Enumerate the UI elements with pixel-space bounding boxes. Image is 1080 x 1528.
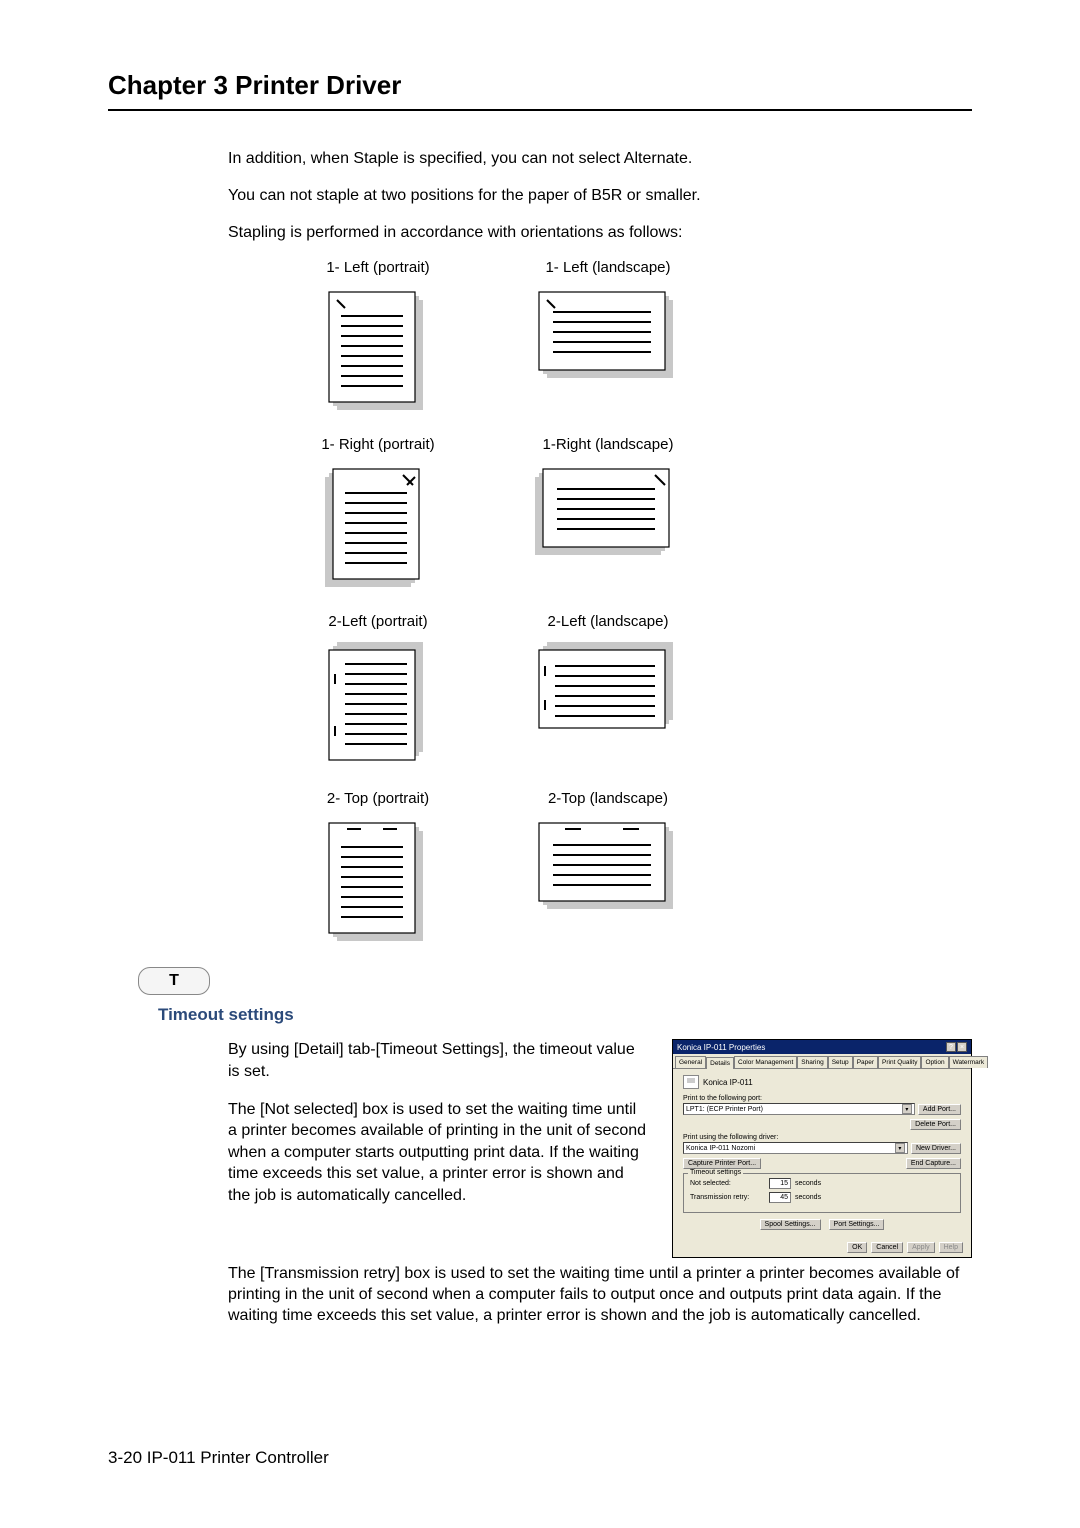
- staple-2-top-portrait-icon: [323, 817, 433, 947]
- seconds-label: seconds: [795, 1180, 821, 1187]
- tab-watermark[interactable]: Watermark: [949, 1056, 989, 1068]
- staple-2-left-portrait-icon: [323, 640, 433, 770]
- staple-row-3: 2-Left (portrait): [228, 613, 972, 770]
- staple-label: 2- Top (portrait): [268, 790, 488, 807]
- timeout-legend: Timeout settings: [688, 1169, 743, 1176]
- end-capture-button[interactable]: End Capture...: [906, 1158, 961, 1169]
- dialog-body: Konica IP-011 Print to the following por…: [673, 1069, 971, 1238]
- help-icon[interactable]: ?: [946, 1042, 956, 1052]
- tab-details[interactable]: Details: [706, 1057, 734, 1069]
- staple-label: 2-Top (landscape): [488, 790, 728, 807]
- capture-port-button[interactable]: Capture Printer Port...: [683, 1158, 761, 1169]
- delete-port-button[interactable]: Delete Port...: [910, 1119, 961, 1130]
- apply-button[interactable]: Apply: [907, 1242, 935, 1253]
- staple-2-left-landscape-icon: [533, 640, 683, 740]
- staple-2-top-landscape-icon: [533, 817, 683, 917]
- staple-label: 1- Right (portrait): [268, 436, 488, 453]
- staple-row-1: 1- Left (portrait) 1- Left (landscape): [228, 259, 972, 416]
- tab-setup[interactable]: Setup: [828, 1056, 853, 1068]
- tab-general[interactable]: General: [675, 1056, 706, 1068]
- staple-1-right-portrait-icon: [323, 463, 433, 593]
- section-heading-timeout: Timeout settings: [158, 1005, 972, 1025]
- not-selected-label: Not selected:: [690, 1180, 765, 1187]
- help-button[interactable]: Help: [939, 1242, 963, 1253]
- timeout-fieldset: Timeout settings Not selected: seconds T…: [683, 1173, 961, 1213]
- tab-color-management[interactable]: Color Management: [734, 1056, 797, 1068]
- ok-button[interactable]: OK: [847, 1242, 867, 1253]
- staple-label: 1- Left (portrait): [268, 259, 488, 276]
- driver-label: Print using the following driver:: [683, 1134, 961, 1141]
- staple-label: 2-Left (landscape): [488, 613, 728, 630]
- dialog-titlebar: Konica IP-011 Properties ? ×: [673, 1040, 971, 1054]
- staple-row-2: 1- Right (portrait) 1-Right (la: [228, 436, 972, 593]
- tab-sharing[interactable]: Sharing: [797, 1056, 827, 1068]
- intro-para-1: In addition, when Staple is specified, y…: [228, 149, 972, 170]
- spool-settings-button[interactable]: Spool Settings...: [760, 1219, 821, 1230]
- driver-combo[interactable]: Konica IP-011 Nozomi▾: [683, 1142, 908, 1154]
- staple-label: 2-Left (portrait): [268, 613, 488, 630]
- timeout-section: By using [Detail] tab-[Timeout Settings]…: [228, 1039, 972, 1326]
- staple-label: 1-Right (landscape): [488, 436, 728, 453]
- dialog-tabs: General Details Color Management Sharing…: [673, 1054, 971, 1069]
- staple-1-left-portrait-icon: [323, 286, 433, 416]
- tab-option[interactable]: Option: [921, 1056, 948, 1068]
- dialog-bottom-row: OK Cancel Apply Help: [673, 1238, 971, 1257]
- timeout-text: By using [Detail] tab-[Timeout Settings]…: [228, 1039, 648, 1258]
- staple-label: 1- Left (landscape): [488, 259, 728, 276]
- chapter-title: Chapter 3 Printer Driver: [108, 70, 972, 111]
- cancel-button[interactable]: Cancel: [871, 1242, 903, 1253]
- chevron-down-icon: ▾: [895, 1143, 905, 1153]
- close-icon[interactable]: ×: [957, 1042, 967, 1052]
- chevron-down-icon: ▾: [902, 1104, 912, 1114]
- staple-row-4: 2- Top (portrait) 2-Top (landsc: [228, 790, 972, 947]
- printer-name: Konica IP-011: [703, 1078, 753, 1087]
- timeout-p1: By using [Detail] tab-[Timeout Settings]…: [228, 1039, 648, 1082]
- seconds-label: seconds: [795, 1194, 821, 1201]
- not-selected-input[interactable]: [769, 1178, 791, 1189]
- intro-para-2: You can not staple at two positions for …: [228, 186, 972, 207]
- port-label: Print to the following port:: [683, 1095, 961, 1102]
- timeout-p3: The [Transmission retry] box is used to …: [228, 1264, 972, 1326]
- properties-dialog: Konica IP-011 Properties ? × General Det…: [672, 1039, 972, 1258]
- dialog-title-text: Konica IP-011 Properties: [677, 1043, 765, 1052]
- page-footer: 3-20 IP-011 Printer Controller: [108, 1448, 329, 1468]
- timeout-p2: The [Not selected] box is used to set th…: [228, 1099, 648, 1207]
- tab-paper[interactable]: Paper: [853, 1056, 878, 1068]
- staple-1-left-landscape-icon: [533, 286, 683, 386]
- content: In addition, when Staple is specified, y…: [228, 149, 972, 947]
- port-combo[interactable]: LPT1: (ECP Printer Port)▾: [683, 1103, 915, 1115]
- new-driver-button[interactable]: New Driver...: [911, 1143, 961, 1154]
- staple-diagrams: 1- Left (portrait) 1- Left (landscape): [228, 259, 972, 947]
- t-badge: T: [138, 967, 210, 995]
- add-port-button[interactable]: Add Port...: [918, 1104, 961, 1115]
- port-settings-button[interactable]: Port Settings...: [829, 1219, 885, 1230]
- tab-print-quality[interactable]: Print Quality: [878, 1056, 921, 1068]
- printer-icon: [683, 1075, 699, 1089]
- trans-retry-label: Transmission retry:: [690, 1194, 765, 1201]
- trans-retry-input[interactable]: [769, 1192, 791, 1203]
- staple-1-right-landscape-icon: [533, 463, 683, 563]
- intro-para-3: Stapling is performed in accordance with…: [228, 223, 972, 244]
